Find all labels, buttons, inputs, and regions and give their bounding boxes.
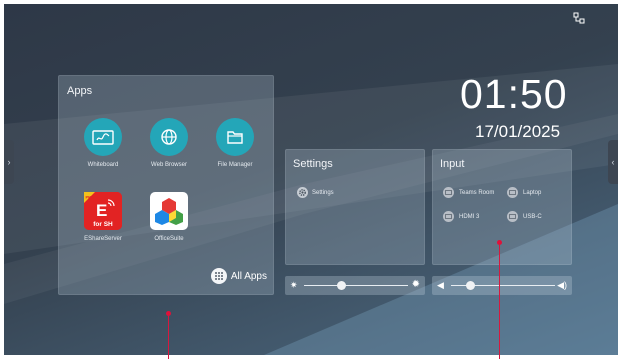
grid-dots-icon bbox=[210, 268, 227, 284]
brightness-high-icon: ✹ bbox=[411, 279, 420, 290]
volume-high-icon: ◀) bbox=[557, 280, 567, 290]
input-source-laptop[interactable]: Laptop bbox=[507, 187, 541, 198]
input-source-hdmi3[interactable]: HDMI 3 bbox=[443, 211, 479, 222]
input-source-icon bbox=[507, 187, 518, 198]
officesuite-icon bbox=[150, 192, 188, 230]
apps-panel: Apps Whiteboard Web Browser File Manager… bbox=[58, 75, 274, 295]
annotation-marker-line bbox=[499, 245, 500, 359]
settings-panel-title: Settings bbox=[293, 158, 333, 170]
app-eshareserver[interactable]: PRO E for SH EShareServer bbox=[71, 192, 135, 242]
input-source-label: Laptop bbox=[523, 189, 542, 196]
input-source-icon bbox=[443, 187, 454, 198]
eshare-pro-tag: PRO bbox=[86, 195, 95, 200]
apps-panel-title: Apps bbox=[67, 85, 93, 97]
whiteboard-icon bbox=[84, 118, 122, 156]
app-officesuite[interactable]: OfficeSuite bbox=[137, 192, 201, 242]
settings-shortcut[interactable]: Settings bbox=[297, 187, 334, 198]
app-label: Web Browser bbox=[151, 162, 187, 168]
brightness-knob[interactable] bbox=[337, 281, 347, 290]
left-sidebar-handle[interactable]: › bbox=[4, 140, 14, 184]
app-label: Whiteboard bbox=[87, 162, 119, 168]
app-label: OfficeSuite bbox=[154, 236, 184, 242]
globe-icon bbox=[150, 118, 188, 156]
app-file-manager[interactable]: File Manager bbox=[203, 118, 267, 168]
input-source-label: Teams Room bbox=[459, 189, 495, 196]
network-icon[interactable] bbox=[573, 12, 585, 24]
volume-slider[interactable]: ◀ ◀) bbox=[432, 276, 572, 295]
app-label: File Manager bbox=[217, 162, 253, 168]
brightness-track[interactable] bbox=[304, 285, 408, 286]
settings-shortcut-label: Settings bbox=[312, 189, 334, 196]
right-sidebar-handle[interactable]: ‹ bbox=[608, 140, 618, 184]
home-screen: › ‹ Apps Whiteboard Web Browser File Man… bbox=[4, 4, 618, 355]
clock-time: 01:50 bbox=[460, 71, 568, 117]
app-label: EShareServer bbox=[84, 236, 122, 242]
volume-knob[interactable] bbox=[465, 281, 475, 290]
gear-icon bbox=[297, 187, 308, 198]
app-whiteboard[interactable]: Whiteboard bbox=[71, 118, 135, 168]
input-source-teams-room[interactable]: Teams Room bbox=[443, 187, 494, 198]
input-source-label: HDMI 3 bbox=[459, 213, 480, 220]
all-apps-button[interactable]: All Apps bbox=[210, 268, 267, 284]
input-panel-title: Input bbox=[440, 158, 465, 170]
eshare-badge: for SH bbox=[93, 221, 113, 228]
eshare-icon: PRO E for SH bbox=[84, 192, 122, 230]
brightness-low-icon: ✷ bbox=[290, 280, 298, 290]
app-web-browser[interactable]: Web Browser bbox=[137, 118, 201, 168]
input-source-usb-c[interactable]: USB-C bbox=[507, 211, 542, 222]
input-panel: Input Teams Room Laptop HDMI 3 USB-C bbox=[432, 149, 572, 265]
all-apps-label: All Apps bbox=[230, 270, 267, 282]
folder-icon bbox=[216, 118, 254, 156]
annotation-marker-line bbox=[168, 316, 169, 359]
volume-low-icon: ◀ bbox=[437, 280, 444, 290]
clock-date: 17/01/2025 bbox=[475, 122, 561, 141]
input-source-icon bbox=[443, 211, 454, 222]
svg-text:E: E bbox=[96, 201, 107, 220]
brightness-slider[interactable]: ✷ ✹ bbox=[285, 276, 425, 295]
input-source-icon bbox=[507, 211, 518, 222]
input-source-label: USB-C bbox=[523, 213, 542, 220]
settings-panel: Settings Settings bbox=[285, 149, 425, 265]
